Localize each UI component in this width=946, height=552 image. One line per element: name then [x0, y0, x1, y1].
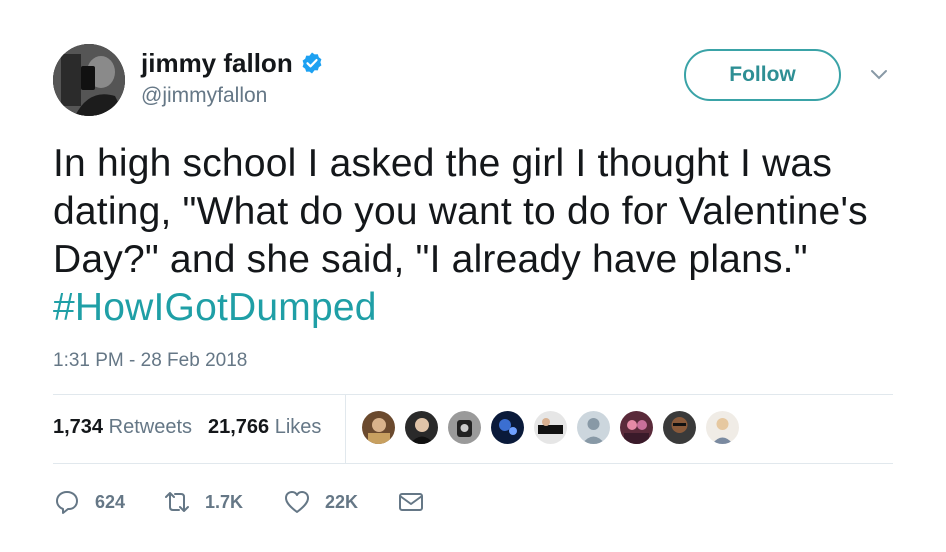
like-count: 22K	[325, 491, 359, 512]
like-button[interactable]: 22K	[283, 488, 397, 516]
hashtag-link[interactable]: #HowIGotDumped	[53, 286, 377, 329]
tweet-actions: 624 1.7K 22K	[53, 488, 439, 516]
liker-avatar[interactable]	[362, 411, 395, 444]
like-count: 21,766	[208, 416, 270, 438]
liker-avatar[interactable]	[534, 411, 567, 444]
retweet-button[interactable]: 1.7K	[163, 488, 283, 516]
envelope-icon	[399, 493, 423, 511]
divider	[53, 463, 893, 464]
liker-avatar[interactable]	[706, 411, 739, 444]
retweet-stat[interactable]: 1,734 Retweets	[53, 416, 192, 439]
retweet-count: 1,734	[53, 416, 104, 438]
tweet-body: In high school I asked the girl I though…	[53, 142, 868, 281]
like-stat[interactable]: 21,766 Likes	[208, 416, 321, 439]
follow-button[interactable]: Follow	[684, 49, 841, 101]
liker-avatar[interactable]	[448, 411, 481, 444]
stats-separator	[345, 395, 346, 463]
reply-count: 624	[95, 491, 126, 512]
retweet-count: 1.7K	[205, 491, 244, 512]
direct-message-button[interactable]	[397, 488, 439, 516]
reply-icon	[56, 491, 78, 514]
tweet-timestamp[interactable]: 1:31 PM - 28 Feb 2018	[53, 350, 247, 372]
user-name[interactable]: jimmy fallon	[141, 48, 293, 78]
chevron-down-icon[interactable]	[868, 64, 890, 86]
liker-avatar[interactable]	[620, 411, 653, 444]
verified-badge-icon	[302, 52, 322, 74]
divider	[53, 394, 893, 395]
like-label: Likes	[274, 416, 322, 438]
reply-button[interactable]: 624	[53, 488, 163, 516]
tweet-text: In high school I asked the girl I though…	[53, 140, 923, 332]
liker-avatar[interactable]	[405, 411, 438, 444]
tweet-stats: 1,734 Retweets 21,766 Likes	[53, 416, 321, 439]
user-name-row[interactable]: jimmy fallon	[141, 48, 324, 78]
liker-avatar[interactable]	[577, 411, 610, 444]
heart-icon	[285, 491, 309, 513]
user-handle[interactable]: @jimmyfallon	[141, 84, 267, 108]
liker-avatar[interactable]	[663, 411, 696, 444]
avatar[interactable]	[53, 44, 125, 116]
retweet-label: Retweets	[108, 416, 192, 438]
likers-avatars	[362, 411, 739, 444]
liker-avatar[interactable]	[491, 411, 524, 444]
retweet-icon	[165, 492, 189, 512]
